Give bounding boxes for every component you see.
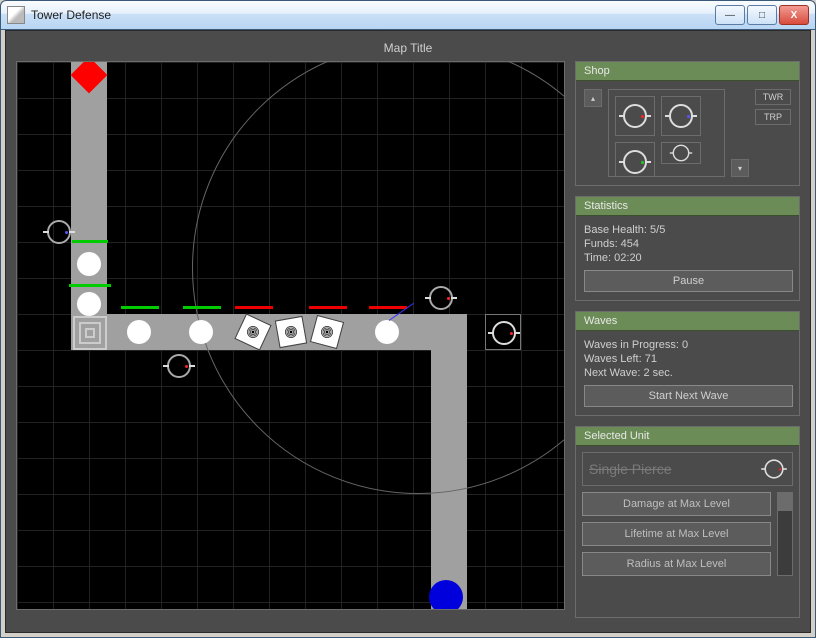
game-map[interactable] xyxy=(16,61,565,610)
shop-panel: Shop ▴ ▾ xyxy=(575,61,800,186)
enemy-unit[interactable] xyxy=(77,292,101,316)
close-button[interactable]: X xyxy=(779,5,809,25)
selected-unit-title: Single Pierce xyxy=(582,452,793,486)
app-icon xyxy=(7,6,25,24)
enemy-hp-bar xyxy=(183,306,221,309)
shop-item[interactable] xyxy=(615,96,655,136)
enemy-unit[interactable] xyxy=(77,252,101,276)
stat-time: Time: 02:20 xyxy=(584,252,791,264)
enemy-hp-bar xyxy=(69,284,111,287)
shop-item[interactable] xyxy=(661,142,701,164)
shop-tab-twr[interactable]: TWR xyxy=(755,89,791,105)
waves-in-progress: Waves in Progress: 0 xyxy=(584,339,791,351)
shop-item[interactable] xyxy=(615,142,655,177)
shop-scroll-down[interactable]: ▾ xyxy=(731,159,749,177)
client-area: Map Title xyxy=(5,30,811,633)
window-controls: — □ X xyxy=(715,5,809,25)
selected-unit-scrollbar[interactable] xyxy=(777,492,793,576)
shop-item[interactable] xyxy=(661,96,701,136)
tower-slot[interactable] xyxy=(485,314,521,350)
minimize-button[interactable]: — xyxy=(715,5,745,25)
title-bar: Tower Defense — □ X xyxy=(1,1,815,30)
selected-unit-icon xyxy=(764,459,783,478)
window: Tower Defense — □ X Map Title xyxy=(0,0,816,638)
stat-base-health: Base Health: 5/5 xyxy=(584,224,791,236)
shop-scroll-up[interactable]: ▴ xyxy=(584,89,602,107)
shop-item-list xyxy=(608,89,725,177)
enemy-hp-bar xyxy=(121,306,159,309)
upgrade-lifetime-button[interactable]: Lifetime at Max Level xyxy=(582,522,771,546)
waves-left: Waves Left: 71 xyxy=(584,353,791,365)
waves-panel: Waves Waves in Progress: 0 Waves Left: 7… xyxy=(575,311,800,416)
enemy-hp-bar xyxy=(72,240,108,243)
shop-header: Shop xyxy=(576,62,799,81)
statistics-panel: Statistics Base Health: 5/5 Funds: 454 T… xyxy=(575,196,800,301)
enemy-hp-bar xyxy=(235,306,273,309)
tower[interactable] xyxy=(47,220,71,244)
selected-unit-header: Selected Unit xyxy=(576,427,799,446)
enemy-hp-bar xyxy=(369,306,407,309)
enemy-unit[interactable] xyxy=(189,320,213,344)
upgrade-radius-button[interactable]: Radius at Max Level xyxy=(582,552,771,576)
map-title: Map Title xyxy=(16,41,800,55)
side-panels: Shop ▴ ▾ xyxy=(575,61,800,618)
selected-unit-panel: Selected Unit Single Pierce Damage at Ma… xyxy=(575,426,800,618)
start-next-wave-button[interactable]: Start Next Wave xyxy=(584,385,793,407)
tower-slot[interactable] xyxy=(73,316,107,350)
upgrade-damage-button[interactable]: Damage at Max Level xyxy=(582,492,771,516)
pause-button[interactable]: Pause xyxy=(584,270,793,292)
shop-tab-trp[interactable]: TRP xyxy=(755,109,791,125)
waves-header: Waves xyxy=(576,312,799,331)
enemy-hp-bar xyxy=(309,306,347,309)
stat-funds: Funds: 454 xyxy=(584,238,791,250)
selected-unit-name: Single Pierce xyxy=(589,461,672,477)
maximize-button[interactable]: □ xyxy=(747,5,777,25)
enemy-unit[interactable] xyxy=(127,320,151,344)
tower[interactable] xyxy=(167,354,191,378)
window-title: Tower Defense xyxy=(31,8,111,22)
statistics-header: Statistics xyxy=(576,197,799,216)
enemy-unit[interactable] xyxy=(375,320,399,344)
waves-next: Next Wave: 2 sec. xyxy=(584,367,791,379)
enemy-unit[interactable] xyxy=(275,316,307,348)
tower[interactable] xyxy=(429,286,453,310)
base-point xyxy=(429,580,463,610)
